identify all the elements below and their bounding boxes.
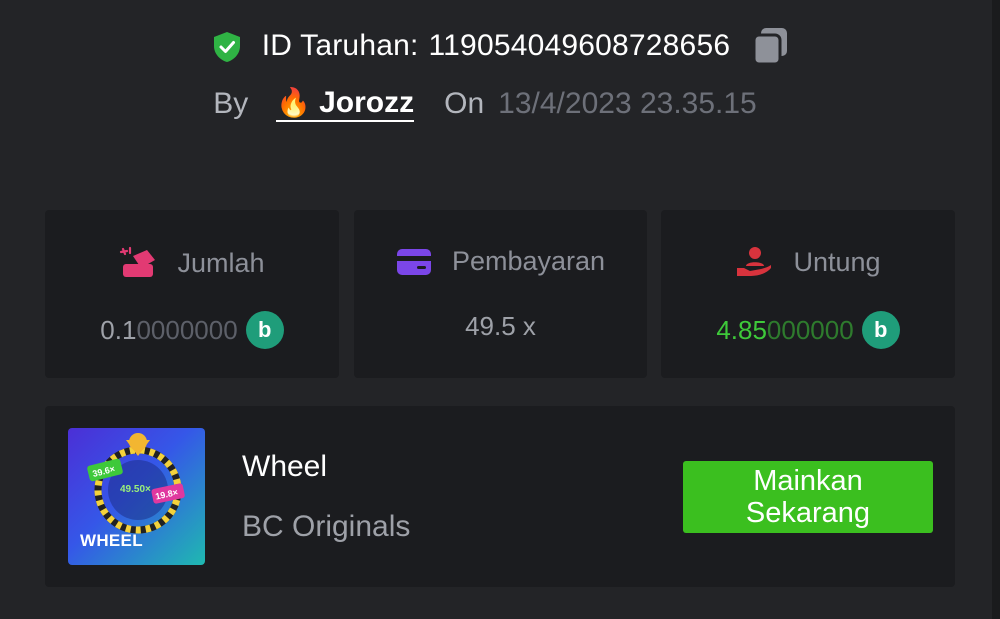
thumb-mult-center: 49.50× bbox=[120, 484, 151, 495]
bc-coin-icon: b bbox=[245, 311, 284, 349]
profit-value-faded: 000000 bbox=[766, 314, 854, 345]
bet-id-label: ID Taruhan: bbox=[261, 29, 419, 62]
bet-author-row: By 🔥 Jorozz On 13/4/2023 23.35.15 bbox=[0, 86, 1000, 122]
profit-value-main: 4.85 bbox=[716, 314, 767, 345]
thumb-title: WHEEL bbox=[80, 531, 143, 550]
bet-date: 13/4/2023 23.35.15 bbox=[498, 87, 757, 120]
amount-value-main: 0.1 bbox=[100, 314, 137, 345]
verified-shield-icon bbox=[213, 32, 240, 62]
bet-id-value: 119054049608728656 bbox=[428, 29, 731, 62]
wheel-game-thumbnail[interactable]: 39.6× 49.50× 19.8× WHEEL bbox=[68, 428, 205, 565]
bet-amount-icon bbox=[120, 246, 156, 277]
stat-label-payout: Pembayaran bbox=[451, 246, 606, 276]
stat-card-amount: Jumlah 0.1 0000000 b bbox=[45, 210, 339, 378]
stat-card-payout: Pembayaran 49.5 x bbox=[354, 210, 647, 378]
game-card: 39.6× 49.50× 19.8× WHEEL Wheel BC Origin… bbox=[45, 406, 955, 587]
copy-icon[interactable] bbox=[752, 26, 790, 66]
payout-value: 49.5 x bbox=[465, 311, 536, 341]
amount-value-faded: 0000000 bbox=[136, 314, 238, 345]
user-link[interactable]: 🔥 Jorozz bbox=[276, 86, 415, 122]
game-title[interactable]: Wheel bbox=[242, 450, 327, 484]
card-icon bbox=[396, 248, 431, 275]
bc-coin-icon: b bbox=[861, 311, 900, 349]
play-now-button[interactable]: Mainkan Sekarang bbox=[683, 461, 933, 533]
by-label: By bbox=[213, 87, 249, 120]
profit-hand-icon bbox=[737, 247, 772, 276]
fire-icon: 🔥 bbox=[276, 87, 312, 118]
on-label: On bbox=[444, 87, 485, 120]
bet-id-row: ID Taruhan: 119054049608728656 bbox=[0, 26, 1000, 66]
stat-label-profit: Untung bbox=[793, 246, 881, 277]
game-provider: BC Originals bbox=[242, 510, 411, 543]
stat-card-profit: Untung 4.85 000000 b bbox=[661, 210, 955, 378]
username: Jorozz bbox=[319, 86, 415, 119]
stat-label-amount: Jumlah bbox=[177, 247, 265, 278]
